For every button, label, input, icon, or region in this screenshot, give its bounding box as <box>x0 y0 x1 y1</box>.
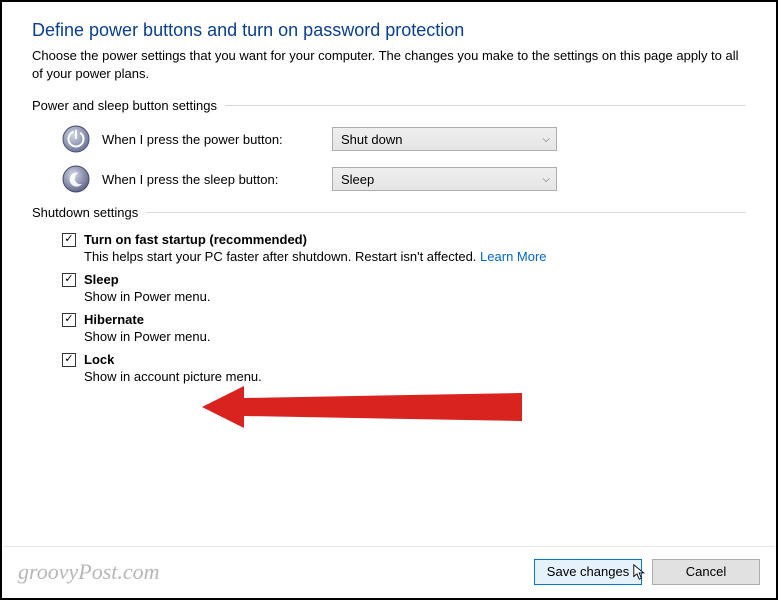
sleep-button-select[interactable]: Sleep ⌵ <box>332 167 557 191</box>
chk-title: Turn on fast startup (recommended) <box>84 232 307 247</box>
section-header-buttons: Power and sleep button settings <box>32 98 746 113</box>
sleep-button-row: When I press the sleep button: Sleep ⌵ <box>62 165 746 193</box>
section-header-shutdown: Shutdown settings <box>32 205 746 220</box>
chk-hibernate: Hibernate Show in Power menu. <box>62 312 746 344</box>
power-button-value: Shut down <box>341 132 402 147</box>
chk-desc: Show in Power menu. <box>84 289 746 304</box>
chevron-down-icon: ⌵ <box>542 174 550 185</box>
power-button-label: When I press the power button: <box>102 132 332 147</box>
checkbox-sleep[interactable] <box>62 273 76 287</box>
page-intro: Choose the power settings that you want … <box>32 47 746 82</box>
page-title: Define power buttons and turn on passwor… <box>32 20 746 41</box>
checkbox-lock[interactable] <box>62 353 76 367</box>
chk-lock: Lock Show in account picture menu. <box>62 352 746 384</box>
sleep-icon <box>62 165 102 193</box>
section-label: Power and sleep button settings <box>32 98 225 113</box>
chk-sleep: Sleep Show in Power menu. <box>62 272 746 304</box>
chk-title: Hibernate <box>84 312 144 327</box>
footer-buttons: Save changes Cancel <box>534 559 760 585</box>
power-button-select[interactable]: Shut down ⌵ <box>332 127 557 151</box>
divider <box>225 105 746 106</box>
sleep-button-value: Sleep <box>341 172 374 187</box>
watermark: groovyPost.com <box>18 559 160 585</box>
button-settings-group: When I press the power button: Shut down… <box>32 125 746 193</box>
power-button-row: When I press the power button: Shut down… <box>62 125 746 153</box>
sleep-button-label: When I press the sleep button: <box>102 172 332 187</box>
chk-desc: This helps start your PC faster after sh… <box>84 249 746 264</box>
chk-title: Lock <box>84 352 114 367</box>
chk-desc: Show in account picture menu. <box>84 369 746 384</box>
cancel-button[interactable]: Cancel <box>652 559 760 585</box>
learn-more-link[interactable]: Learn More <box>480 249 546 264</box>
shutdown-settings-group: Turn on fast startup (recommended) This … <box>32 232 746 384</box>
chk-fast-startup: Turn on fast startup (recommended) This … <box>62 232 746 264</box>
divider <box>146 212 746 213</box>
chevron-down-icon: ⌵ <box>542 134 550 145</box>
chk-desc-text: This helps start your PC faster after sh… <box>84 249 476 264</box>
window: Define power buttons and turn on passwor… <box>0 0 778 600</box>
chk-desc: Show in Power menu. <box>84 329 746 344</box>
checkbox-fast-startup[interactable] <box>62 233 76 247</box>
footer: groovyPost.com Save changes Cancel <box>4 546 774 596</box>
checkbox-hibernate[interactable] <box>62 313 76 327</box>
save-changes-button[interactable]: Save changes <box>534 559 642 585</box>
chk-title: Sleep <box>84 272 119 287</box>
power-icon <box>62 125 102 153</box>
content-area: Define power buttons and turn on passwor… <box>2 2 776 402</box>
section-label: Shutdown settings <box>32 205 146 220</box>
